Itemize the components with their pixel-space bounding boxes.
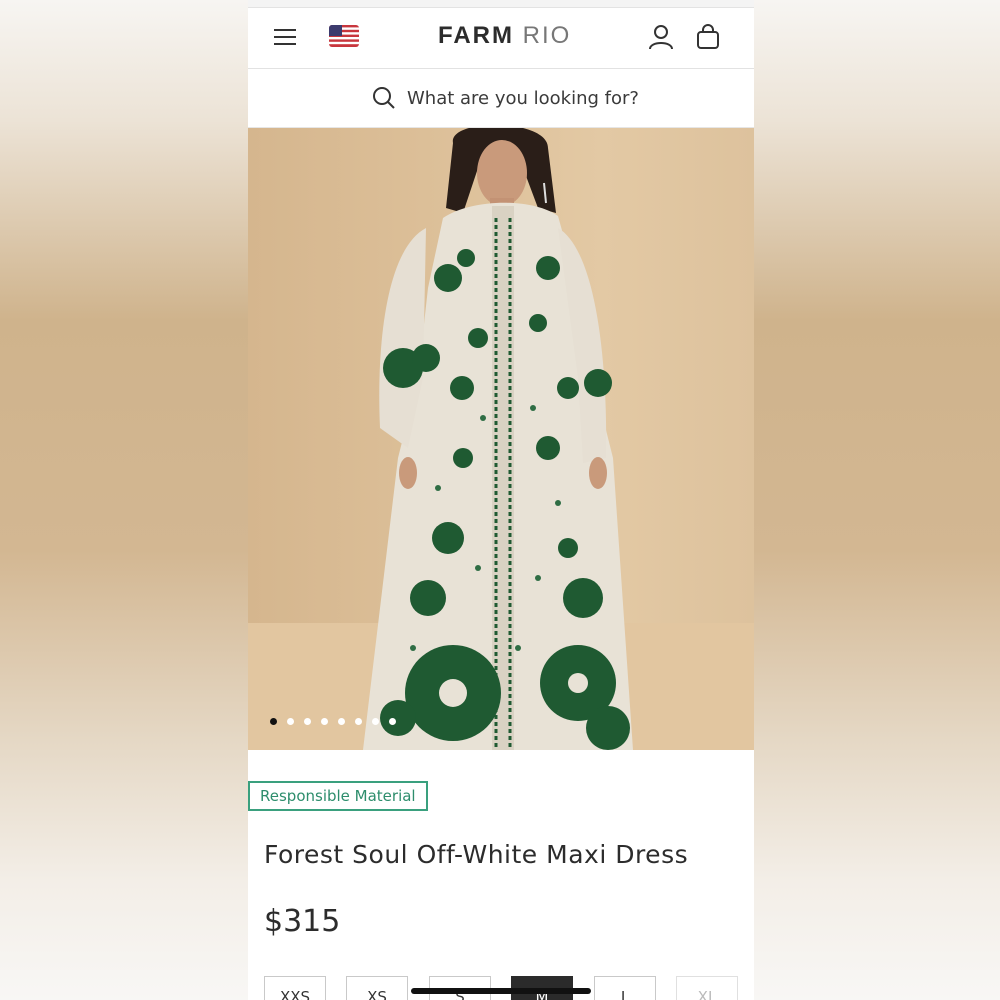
shopping-bag-icon[interactable] (696, 24, 720, 54)
home-indicator[interactable] (411, 988, 591, 994)
status-bar-strip (248, 0, 754, 8)
carousel-dot[interactable] (355, 718, 362, 725)
product-title: Forest Soul Off-White Maxi Dress (264, 840, 689, 869)
hamburger-icon[interactable] (274, 27, 296, 47)
search-bar[interactable]: What are you looking for? (248, 69, 754, 128)
blurred-background-left (0, 0, 248, 1000)
responsible-material-badge: Responsible Material (248, 781, 428, 811)
carousel-dot[interactable] (321, 718, 328, 725)
size-option-l[interactable]: L (594, 976, 656, 1000)
carousel-dot[interactable] (304, 718, 311, 725)
dress-photo (248, 128, 754, 750)
carousel-dot[interactable] (338, 718, 345, 725)
size-option-xxs[interactable]: XXS (264, 976, 326, 1000)
brand-logo[interactable]: FARM RIO (438, 22, 571, 50)
user-icon[interactable] (648, 24, 674, 54)
carousel-dot[interactable] (287, 718, 294, 725)
mobile-screen: FARM RIO What are you looking for? Respo… (248, 0, 754, 1000)
product-image-carousel[interactable] (248, 128, 754, 750)
carousel-dot[interactable] (270, 718, 277, 725)
carousel-dot[interactable] (372, 718, 379, 725)
us-flag-icon[interactable] (329, 25, 359, 47)
logo-primary: FARM (438, 22, 514, 49)
carousel-indicators[interactable] (270, 718, 396, 725)
carousel-dot[interactable] (389, 718, 396, 725)
size-option-xl[interactable]: XL (676, 976, 738, 1000)
size-option-xs[interactable]: XS (346, 976, 408, 1000)
search-icon[interactable] (372, 86, 396, 114)
logo-secondary: RIO (522, 22, 572, 49)
blurred-background-right (754, 0, 1000, 1000)
site-header: FARM RIO (248, 8, 754, 69)
search-input[interactable]: What are you looking for? (407, 88, 639, 109)
product-price: $315 (264, 904, 341, 939)
